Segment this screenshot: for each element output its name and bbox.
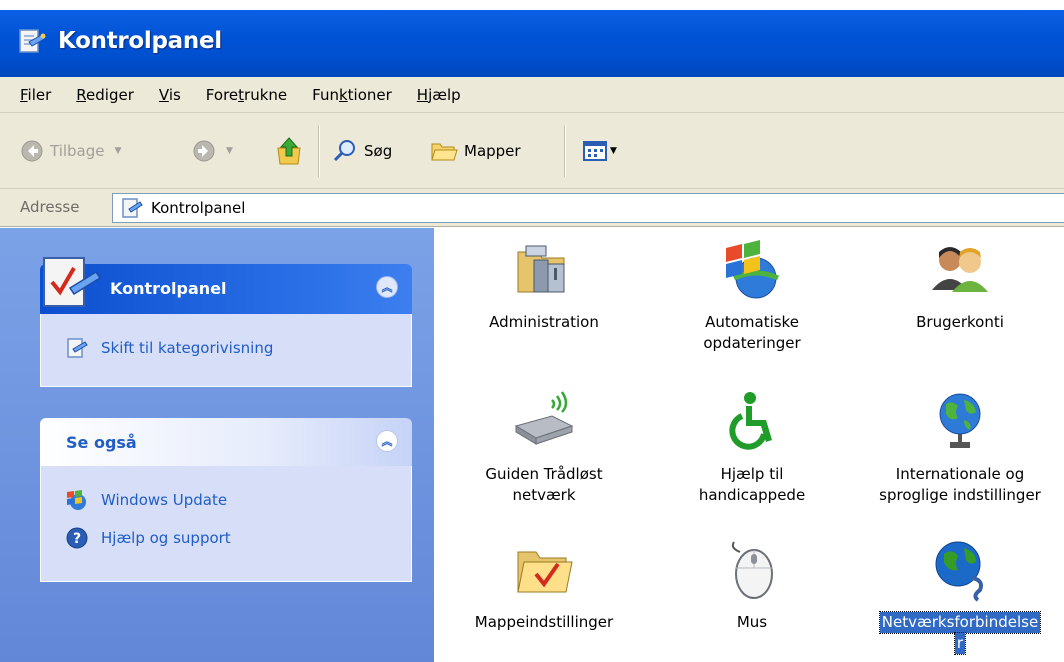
title-bar[interactable]: Kontrolpanel: [0, 0, 1064, 77]
item-label: Administration: [489, 313, 599, 331]
help-support-link[interactable]: ? Hjælp og support: [65, 526, 231, 550]
menu-favorites[interactable]: Foretrukne: [206, 86, 287, 104]
item-label: Guiden Trådløst: [485, 465, 603, 483]
views-dropdown-icon[interactable]: ▼: [610, 146, 617, 156]
menu-view[interactable]: Vis: [159, 86, 181, 104]
control-panel-item-administration[interactable]: Administration: [434, 238, 654, 333]
control-panel-item-regional-settings[interactable]: Internationale og sproglige indstillinge…: [850, 390, 1064, 506]
control-panel-item-accessibility[interactable]: Hjælp til handicappede: [642, 390, 862, 506]
folder-up-icon: [277, 137, 301, 165]
task-pane: Kontrolpanel ︽ Skift til kategorivisning…: [0, 228, 434, 662]
item-label-line2: sproglige indstillinger: [879, 486, 1041, 504]
menu-file[interactable]: Filer: [20, 86, 51, 104]
search-button[interactable]: Søg: [332, 131, 392, 171]
item-label-line2: r: [953, 632, 967, 655]
windows-update-link[interactable]: Windows Update: [65, 488, 227, 512]
control-panel-section-body: Skift til kategorivisning: [40, 314, 412, 387]
forward-button[interactable]: ▼: [192, 131, 233, 171]
wireless-wizard-icon: [514, 391, 574, 445]
windows-update-label: Windows Update: [101, 491, 228, 509]
item-label: Mappeindstillinger: [474, 613, 614, 631]
control-panel-large-icon: [43, 257, 102, 307]
address-bar: Adresse Kontrolpanel: [0, 189, 1064, 227]
menu-tools[interactable]: Funktioner: [312, 86, 392, 104]
item-label-line2: netværk: [512, 486, 576, 504]
admin-tools-icon: [517, 245, 565, 293]
windows-update-icon: [67, 490, 86, 510]
control-panel-item-network-connections[interactable]: Netværksforbindelse r: [850, 538, 1064, 655]
toolbar: Tilbage ▼ ▼ Søg Mapper ▼: [0, 113, 1064, 189]
forward-dropdown-icon[interactable]: ▼: [226, 146, 233, 156]
item-label: Hjælp til: [720, 465, 784, 483]
item-label: Internationale og: [895, 465, 1025, 483]
accessibility-icon: [729, 392, 772, 450]
see-also-section-header[interactable]: Se også ︽: [40, 418, 412, 466]
network-connections-icon: [935, 541, 983, 602]
item-label: Mus: [736, 613, 768, 631]
item-label-line2: opdateringer: [703, 334, 801, 352]
address-label: Adresse: [20, 198, 80, 216]
folders-label: Mapper: [464, 142, 521, 160]
help-icon: ?: [66, 527, 88, 549]
category-view-icon: [67, 338, 88, 358]
globe-icon: [939, 393, 981, 448]
toolbar-separator-2: [564, 125, 566, 177]
control-panel-icon: [122, 198, 143, 218]
up-button[interactable]: [275, 131, 303, 171]
search-label: Søg: [364, 142, 393, 160]
collapse-chevron-icon[interactable]: ︽: [376, 430, 398, 452]
control-panel-item-user-accounts[interactable]: Brugerkonti: [850, 238, 1064, 333]
control-panel-section-title: Kontrolpanel: [110, 279, 227, 298]
item-label: Automatiske: [705, 313, 799, 331]
windows-flag-icon: [726, 240, 780, 299]
views-icon: [583, 141, 607, 161]
control-panel-section: Kontrolpanel ︽ Skift til kategorivisning: [40, 257, 412, 387]
collapse-chevron-icon[interactable]: ︽: [376, 276, 398, 298]
switch-category-view-label: Skift til kategorivisning: [101, 339, 274, 357]
back-arrow-icon: [21, 140, 43, 162]
control-panel-item-mouse[interactable]: Mus: [642, 538, 862, 633]
back-label: Tilbage: [50, 142, 105, 160]
see-also-section-body: Windows Update ? Hjælp og support: [40, 466, 412, 582]
see-also-title: Se også: [66, 433, 137, 452]
menu-bar: Filer Rediger Vis Foretrukne Funktioner …: [0, 77, 1064, 113]
svg-text:?: ?: [73, 531, 81, 547]
item-label: Brugerkonti: [916, 313, 1004, 331]
folders-icon: [431, 143, 458, 161]
search-icon: [333, 140, 355, 162]
mouse-icon: [731, 541, 773, 599]
help-support-label: Hjælp og support: [101, 529, 231, 547]
content-area: Administration Automatiske opdateringer …: [434, 228, 1064, 662]
user-accounts-icon: [932, 247, 988, 292]
item-label-line2: handicappede: [698, 486, 806, 504]
folder-options-icon: [517, 551, 573, 593]
control-panel-section-header[interactable]: Kontrolpanel ︽: [40, 257, 412, 314]
views-button[interactable]: ▼: [582, 131, 617, 171]
control-panel-item-automatic-updates[interactable]: Automatiske opdateringer: [642, 238, 862, 354]
back-button[interactable]: Tilbage ▼: [20, 131, 121, 171]
address-field[interactable]: Kontrolpanel: [112, 193, 1064, 223]
toolbar-separator: [318, 125, 320, 177]
forward-arrow-icon: [193, 140, 215, 162]
control-panel-item-wireless-wizard[interactable]: Guiden Trådløst netværk: [434, 390, 654, 506]
menu-edit[interactable]: Rediger: [76, 86, 134, 104]
back-dropdown-icon[interactable]: ▼: [115, 146, 122, 156]
see-also-section: Se også ︽ Windows Update ? Hjælp og supp…: [40, 418, 412, 582]
control-panel-item-folder-options[interactable]: Mappeindstillinger: [434, 538, 654, 633]
window-title: Kontrolpanel: [58, 28, 222, 54]
item-label: Netværksforbindelse: [878, 611, 1042, 634]
control-panel-icon: [19, 29, 47, 53]
folders-button[interactable]: Mapper: [430, 131, 521, 171]
menu-help[interactable]: Hjælp: [417, 86, 461, 104]
address-value: Kontrolpanel: [151, 199, 246, 217]
switch-category-view-link[interactable]: Skift til kategorivisning: [65, 336, 273, 360]
